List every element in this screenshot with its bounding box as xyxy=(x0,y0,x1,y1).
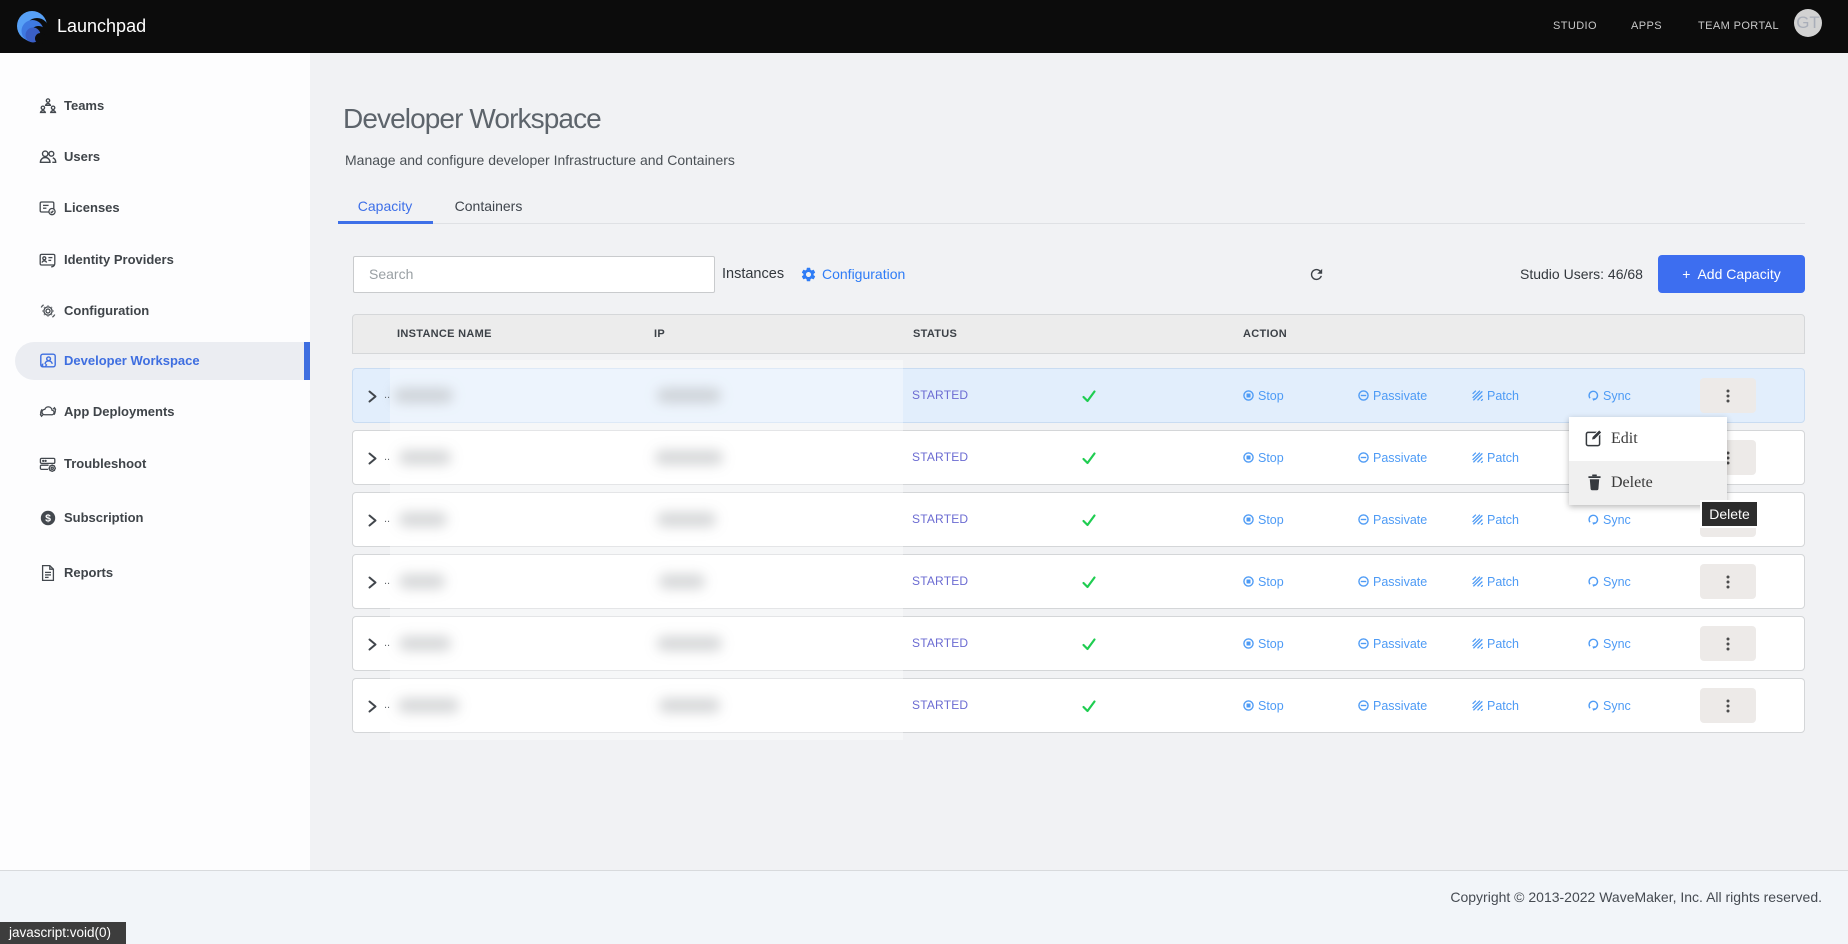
svg-text:$: $ xyxy=(45,512,51,524)
